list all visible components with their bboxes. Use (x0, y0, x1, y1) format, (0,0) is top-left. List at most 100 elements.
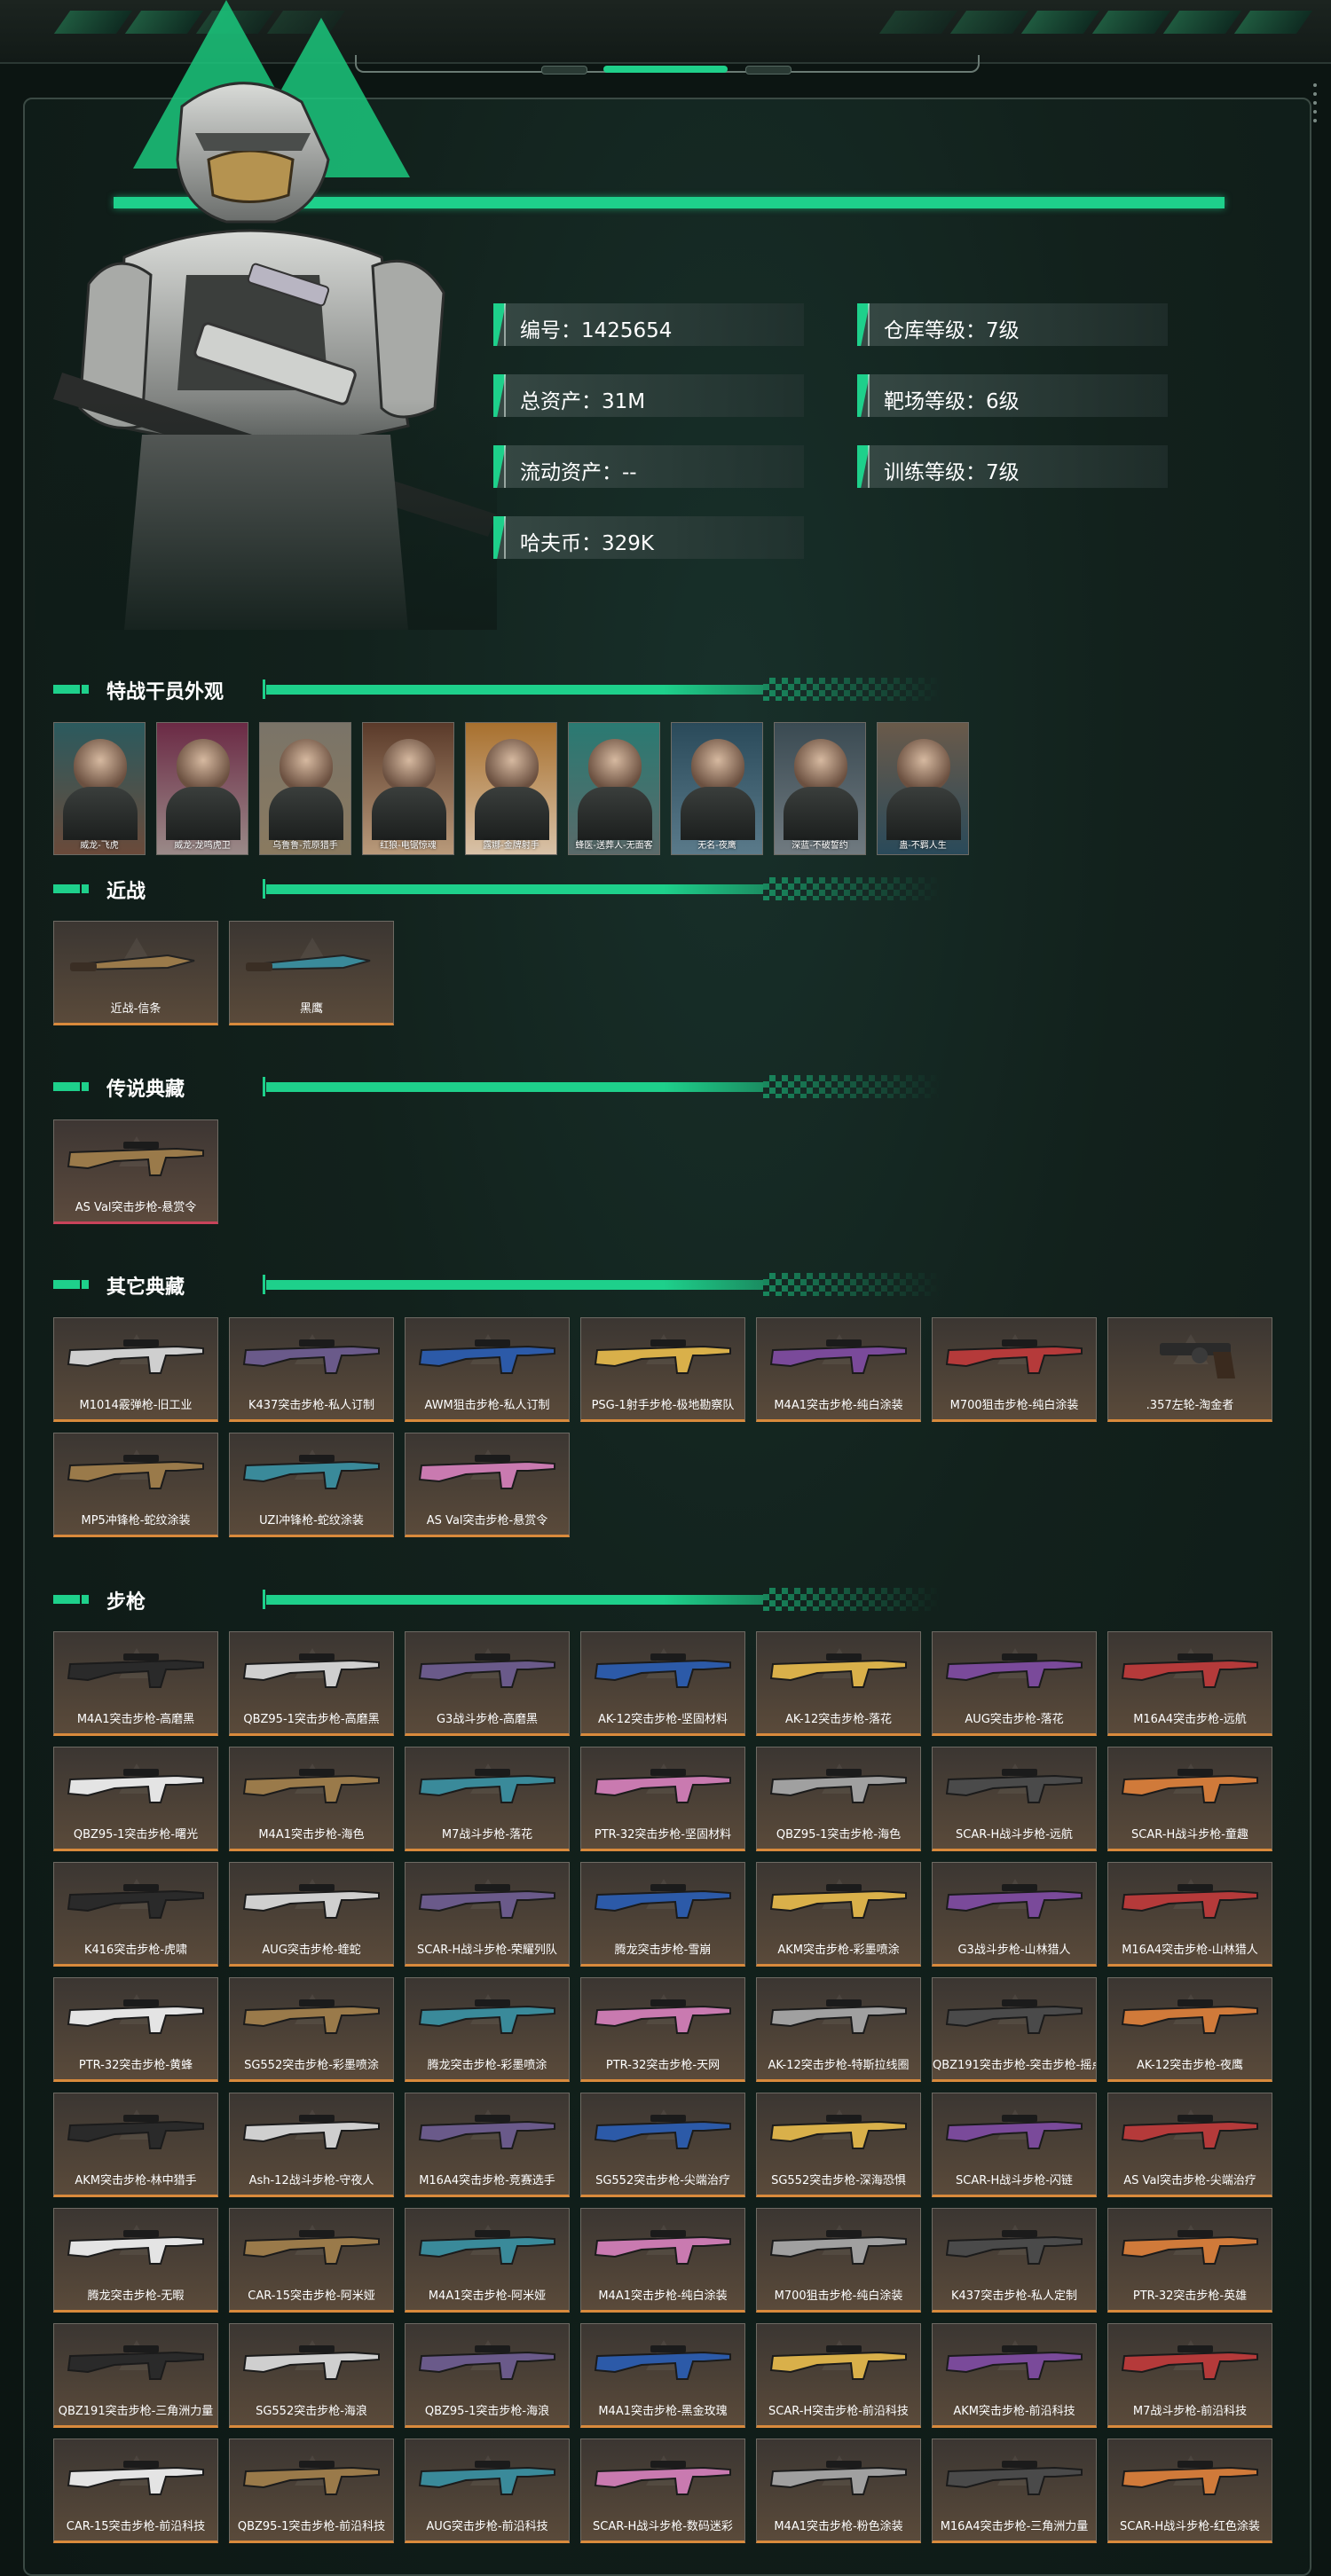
rifle-card[interactable]: QBZ191突击步枪-三角洲力量 (53, 2323, 218, 2428)
operator-skin-card[interactable]: 红狼-电锯惊魂 (362, 722, 454, 855)
item-name: 腾龙突击步枪-彩墨喷涂 (427, 2059, 547, 2072)
operator-skin-name: 红狼-电锯惊魂 (380, 841, 437, 851)
rifle-card[interactable]: CAR-15突击步枪-前沿科技 (53, 2439, 218, 2543)
item-name: PTR-32突击步枪-坚固材料 (594, 1828, 732, 1842)
legend-card[interactable]: AS Val突击步枪-悬赏令 (53, 1119, 218, 1224)
operator-skin-card[interactable]: 蜂医-送葬人-无面客 (568, 722, 660, 855)
rifle-card[interactable]: K416突击步枪-虎啸 (53, 1862, 218, 1967)
rifle-card[interactable]: SG552突击步枪-彩墨喷涂 (229, 1977, 394, 2082)
operator-skin-card[interactable]: 威龙-龙鸣虎卫 (156, 722, 248, 855)
item-name: M4A1突击步枪-粉色涂装 (774, 2520, 903, 2533)
collection-card[interactable]: AWM狙击步枪-私人订制 (405, 1317, 570, 1422)
collection-card[interactable]: K437突击步枪-私人订制 (229, 1317, 394, 1422)
rifle-card[interactable]: M700狙击步枪-纯白涂装 (756, 2208, 921, 2313)
rifle-card[interactable]: AK-12突击步枪-特斯拉线圈 (756, 1977, 921, 2082)
collection-card[interactable]: UZI冲锋枪-蛇纹涂装 (229, 1433, 394, 1537)
rifle-card[interactable]: AKM突击步枪-彩墨喷涂 (756, 1862, 921, 1967)
rifle-card[interactable]: 腾龙突击步枪-雪崩 (580, 1862, 745, 1967)
rifle-card[interactable]: QBZ95-1突击步枪-海浪 (405, 2323, 570, 2428)
collection-card[interactable]: M1014霰弹枪-旧工业 (53, 1317, 218, 1422)
section-tick (263, 1275, 265, 1294)
more-icon[interactable] (1313, 78, 1319, 158)
rifle-card[interactable]: M7战斗步枪-落花 (405, 1747, 570, 1851)
operator-body (784, 787, 858, 840)
rifle-card[interactable]: M16A4突击步枪-三角洲力量 (932, 2439, 1097, 2543)
operator-skin-card[interactable]: 露娜-金牌射手 (465, 722, 557, 855)
collection-card[interactable]: MP5冲锋枪-蛇纹涂装 (53, 1433, 218, 1537)
rifle-card[interactable]: AKM突击步枪-林中猎手 (53, 2093, 218, 2197)
item-name: K437突击步枪-私人定制 (950, 2289, 1078, 2303)
rifle-card[interactable]: SG552突击步枪-尖端治疗 (580, 2093, 745, 2197)
rifle-card[interactable]: PTR-32突击步枪-英雄 (1107, 2208, 1272, 2313)
rifle-card[interactable]: AK-12突击步枪-坚固材料 (580, 1631, 745, 1736)
rifle-card[interactable]: PTR-32突击步枪-黄蜂 (53, 1977, 218, 2082)
rifle-card[interactable]: PTR-32突击步枪-坚固材料 (580, 1747, 745, 1851)
melee-card[interactable]: 黑鹰 (229, 921, 394, 1025)
operator-skin-card[interactable]: 威龙-飞虎 (53, 722, 146, 855)
rifle-card[interactable]: PTR-32突击步枪-天网 (580, 1977, 745, 2082)
operator-skin-name: 无名-夜鹰 (697, 841, 736, 851)
rifle-card[interactable]: M4A1突击步枪-高磨黑 (53, 1631, 218, 1736)
rifle-card[interactable]: 腾龙突击步枪-彩墨喷涂 (405, 1977, 570, 2082)
operator-skin-name: 威龙-龙鸣虎卫 (174, 841, 231, 851)
rifle-card[interactable]: AK-12突击步枪-落花 (756, 1631, 921, 1736)
section-header-operators: 特战干员外观 (53, 676, 941, 703)
item-name: SG552突击步枪-深海恐惧 (771, 2174, 906, 2187)
rifle-card[interactable]: SCAR-H战斗步枪-红色涂装 (1107, 2439, 1272, 2543)
item-name: SCAR-H战斗步枪-荣耀列队 (417, 1944, 557, 1957)
operator-portrait (74, 739, 127, 792)
rifle-card[interactable]: AUG突击步枪-前沿科技 (405, 2439, 570, 2543)
rifle-card[interactable]: SCAR-H战斗步枪-荣耀列队 (405, 1862, 570, 1967)
operator-skin-card[interactable]: 无名-夜鹰 (671, 722, 763, 855)
operator-skin-card[interactable]: 乌鲁鲁-荒原猎手 (259, 722, 351, 855)
rifle-card[interactable]: M4A1突击步枪-粉色涂装 (756, 2439, 921, 2543)
collection-card[interactable]: .357左轮-淘金者 (1107, 1317, 1272, 1422)
collection-card[interactable]: M4A1突击步枪-纯白涂装 (756, 1317, 921, 1422)
operator-skin-card[interactable]: 蛊-不羁人生 (877, 722, 969, 855)
collection-card[interactable]: AS Val突击步枪-悬赏令 (405, 1433, 570, 1537)
rifle-card[interactable]: AKM突击步枪-前沿科技 (932, 2323, 1097, 2428)
rifle-card[interactable]: G3战斗步枪-高磨黑 (405, 1631, 570, 1736)
rifle-card[interactable]: AUG突击步枪-蝰蛇 (229, 1862, 394, 1967)
section-checker (763, 1273, 941, 1296)
rifle-card[interactable]: M4A1突击步枪-纯白涂装 (580, 2208, 745, 2313)
operator-body (886, 787, 961, 840)
rifle-card[interactable]: QBZ95-1突击步枪-高磨黑 (229, 1631, 394, 1736)
collection-card[interactable]: PSG-1射手步枪-极地勘察队 (580, 1317, 745, 1422)
rifle-card[interactable]: AUG突击步枪-落花 (932, 1631, 1097, 1736)
rifle-card[interactable]: K437突击步枪-私人定制 (932, 2208, 1097, 2313)
rifle-card[interactable]: CAR-15突击步枪-阿米娅 (229, 2208, 394, 2313)
rifle-card[interactable]: M16A4突击步枪-竞赛选手 (405, 2093, 570, 2197)
rifle-card[interactable]: M4A1突击步枪-海色 (229, 1747, 394, 1851)
rifle-card[interactable]: M4A1突击步枪-阿米娅 (405, 2208, 570, 2313)
rifle-card[interactable]: G3战斗步枪-山林猎人 (932, 1862, 1097, 1967)
rifle-card[interactable]: QBZ95-1突击步枪-曙光 (53, 1747, 218, 1851)
rifle-card[interactable]: SG552突击步枪-深海恐惧 (756, 2093, 921, 2197)
rifle-card[interactable]: SCAR-H战斗步枪-童趣 (1107, 1747, 1272, 1851)
rifle-card[interactable]: M16A4突击步枪-远航 (1107, 1631, 1272, 1736)
section-tick (263, 679, 265, 699)
item-name: M4A1突击步枪-纯白涂装 (774, 1399, 903, 1412)
item-name: PTR-32突击步枪-天网 (605, 2059, 721, 2072)
melee-card[interactable]: 近战-信条 (53, 921, 218, 1025)
rifle-card[interactable]: QBZ95-1突击步枪-海色 (756, 1747, 921, 1851)
rifle-card[interactable]: Ash-12战斗步枪-守夜人 (229, 2093, 394, 2197)
rifle-card[interactable]: SCAR-H战斗步枪-闪链 (932, 2093, 1097, 2197)
rifle-card[interactable]: AS Val突击步枪-尖端治疗 (1107, 2093, 1272, 2197)
rifle-card[interactable]: SCAR-H战斗步枪-数码迷彩 (580, 2439, 745, 2543)
rifle-card[interactable]: M4A1突击步枪-黑金玫瑰 (580, 2323, 745, 2428)
rifle-card[interactable]: SCAR-H战斗步枪-远航 (932, 1747, 1097, 1851)
rifle-card[interactable]: 腾龙突击步枪-无暇 (53, 2208, 218, 2313)
rifle-card[interactable]: SCAR-H突击步枪-前沿科技 (756, 2323, 921, 2428)
rifle-card[interactable]: M7战斗步枪-前沿科技 (1107, 2323, 1272, 2428)
rifle-card[interactable]: AK-12突击步枪-夜鹰 (1107, 1977, 1272, 2082)
rifle-card[interactable]: SG552突击步枪-海浪 (229, 2323, 394, 2428)
collection-card[interactable]: M700狙击步枪-纯白涂装 (932, 1317, 1097, 1422)
operator-skin-card[interactable]: 深蓝-不破誓约 (774, 722, 866, 855)
item-name: M16A4突击步枪-竞赛选手 (419, 2174, 555, 2187)
rifle-card[interactable]: QBZ191突击步枪-突击步枪-摇点 (932, 1977, 1097, 2082)
item-name: G3战斗步枪-高磨黑 (436, 1713, 539, 1726)
rifle-card[interactable]: QBZ95-1突击步枪-前沿科技 (229, 2439, 394, 2543)
rifle-card[interactable]: M16A4突击步枪-山林猎人 (1107, 1862, 1272, 1967)
item-name: QBZ191突击步枪-突击步枪-摇点 (933, 2059, 1096, 2072)
